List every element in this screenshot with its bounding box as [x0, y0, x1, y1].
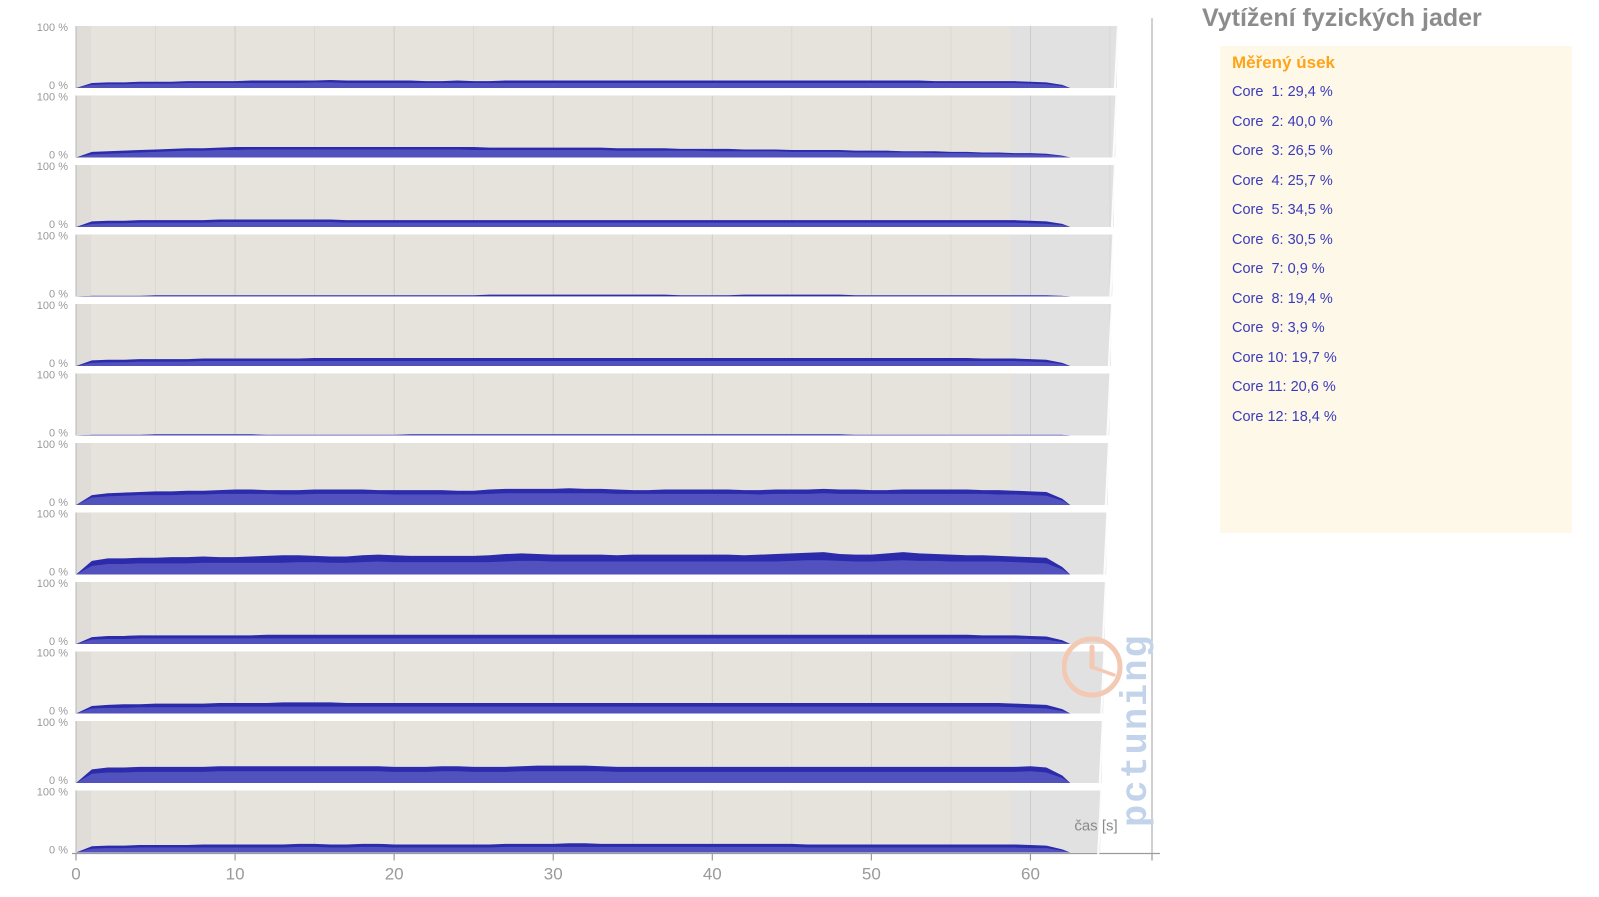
panel-right-band — [1011, 582, 1106, 644]
panel-left-band — [76, 790, 92, 853]
area-series-avg — [76, 295, 1071, 297]
y-tick-label: 0 % — [49, 358, 68, 370]
y-tick-label: 0 % — [49, 845, 68, 857]
core-panel: 100 % 0 % — [37, 717, 1103, 787]
panel-left-band — [76, 95, 92, 158]
x-tick-label: 20 — [385, 865, 404, 884]
legend-item: Core 6: 30,5 % — [1232, 231, 1333, 248]
x-tick-label: 60 — [1021, 865, 1040, 884]
x-axis-title: čas [s] — [1074, 818, 1117, 835]
panel-right-band — [1011, 304, 1112, 366]
y-tick-label: 0 % — [49, 150, 68, 162]
chart-side-panel: Vytížení fyzických jader Měřený úsek Cor… — [1190, 0, 1599, 897]
x-tick-label: 40 — [703, 865, 722, 884]
legend-item: Core 8: 19,4 % — [1232, 290, 1333, 307]
page-title: Vytížení fyzických jader — [1202, 4, 1482, 32]
core-panel: 100 % 0 % — [37, 578, 1106, 648]
panel-left-band — [76, 373, 92, 436]
panel-left-band — [76, 234, 92, 297]
core-panel: 100 % 0 % — [37, 22, 1118, 92]
y-tick-label: 100 % — [37, 231, 68, 243]
legend-item: Core 12: 18,4 % — [1232, 408, 1337, 425]
area-series-avg — [76, 846, 1071, 853]
panel-left-band — [76, 443, 92, 505]
y-tick-label: 100 % — [37, 370, 68, 382]
y-tick-label: 100 % — [37, 717, 68, 729]
legend-item: Core 1: 29,4 % — [1232, 84, 1333, 100]
y-tick-label: 100 % — [37, 300, 68, 312]
core-panel: 100 % 0 % — [37, 439, 1109, 509]
y-tick-label: 100 % — [37, 509, 68, 521]
y-tick-label: 100 % — [37, 92, 68, 104]
legend-item: Core 11: 20,6 % — [1232, 379, 1336, 395]
core-panel: 100 % 0 % — [37, 300, 1112, 370]
legend-box: Měřený úsek Core 1: 29,4 % Core 2: 40,0 %… — [1220, 46, 1572, 533]
legend-list: Core 1: 29,4 % Core 2: 40,0 % Core 3: 26,5… — [1232, 78, 1562, 432]
y-tick-label: 0 % — [49, 80, 68, 92]
panel-left-band — [76, 304, 92, 366]
panel-background — [76, 26, 1118, 88]
panel-background — [76, 373, 1111, 436]
y-tick-label: 100 % — [37, 22, 68, 34]
panel-background — [76, 304, 1112, 366]
legend-item: Core 4: 25,7 % — [1232, 172, 1333, 189]
y-tick-label: 0 % — [49, 567, 68, 579]
y-tick-label: 0 % — [49, 289, 68, 301]
area-series-avg — [76, 638, 1071, 644]
legend-item: Core 9: 3,9 % — [1232, 320, 1325, 336]
y-tick-label: 0 % — [49, 219, 68, 231]
panel-right-band — [1011, 373, 1111, 436]
area-series-avg — [76, 361, 1071, 366]
panel-right-band — [1011, 165, 1115, 227]
x-tick-label: 30 — [544, 865, 563, 884]
y-tick-label: 0 % — [49, 775, 68, 787]
panel-background — [76, 234, 1114, 297]
panel-background — [76, 165, 1115, 227]
legend-item: Core 5: 34,5 % — [1232, 202, 1333, 218]
y-tick-label: 0 % — [49, 636, 68, 648]
core-panel: 100 % 0 % — [37, 509, 1108, 579]
y-tick-label: 100 % — [37, 161, 68, 173]
area-series-avg — [76, 82, 1071, 88]
legend-heading: Měřený úsek — [1232, 53, 1335, 72]
area-series-avg — [76, 771, 1071, 783]
panels-group: 100 %0 %100 %0 %100 %0 %100 %0 %100 %0 %… — [37, 22, 1118, 857]
y-tick-label: 100 % — [37, 787, 68, 799]
panel-left-band — [76, 165, 92, 227]
x-tick-label: 10 — [226, 865, 245, 884]
y-tick-label: 100 % — [37, 648, 68, 660]
y-tick-label: 100 % — [37, 578, 68, 590]
y-tick-label: 0 % — [49, 497, 68, 509]
x-tick-label: 50 — [862, 865, 881, 884]
panel-left-band — [76, 651, 92, 714]
y-tick-label: 100 % — [37, 439, 68, 451]
y-tick-label: 0 % — [49, 706, 68, 718]
chart-svg: 100 %0 %100 %0 %100 %0 %100 %0 %100 %0 %… — [37, 18, 1160, 884]
area-series-avg — [76, 706, 1071, 714]
panel-background — [76, 790, 1102, 853]
area-series-avg — [76, 434, 1071, 436]
panel-right-band — [1011, 26, 1118, 88]
core-panel: 100 % 0 % — [37, 648, 1105, 718]
area-series-avg — [76, 493, 1071, 505]
cpu-core-utilization-chart: 100 % 0 % 100 % 0 % 100 % 0 % 100 % 0 % 100 % 0 %… — [0, 0, 1190, 897]
core-panel: 100 % 0 % — [37, 161, 1115, 231]
y-tick-label: 0 % — [49, 428, 68, 440]
panel-right-band — [1011, 234, 1114, 297]
legend-item: Core 2: 40,0 % — [1232, 113, 1333, 130]
x-tick-label: 0 — [71, 865, 80, 884]
legend-item: Core 3: 26,5 % — [1232, 143, 1333, 159]
panel-right-band — [1011, 95, 1117, 158]
panel-left-band — [76, 26, 92, 88]
legend-item: Core 7: 0,9 % — [1232, 261, 1325, 277]
core-panel: 100 % 0 % — [37, 787, 1102, 857]
core-panel: 100 % 0 % — [37, 92, 1117, 162]
legend-item: Core 10: 19,7 % — [1232, 349, 1337, 366]
core-panel: 100 % 0 % — [37, 370, 1111, 440]
core-panel: 100 % 0 % — [37, 231, 1114, 301]
area-series-avg — [76, 222, 1071, 227]
panel-left-band — [76, 582, 92, 644]
